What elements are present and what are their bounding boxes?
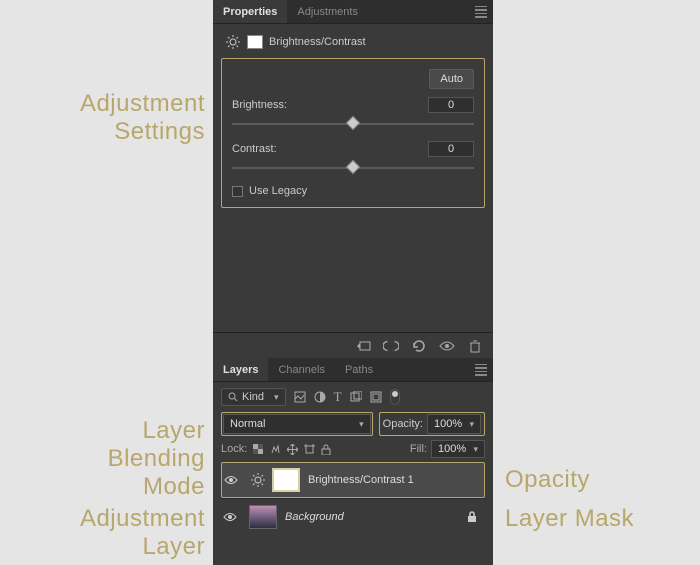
layers-panel-menu-icon[interactable] [475,364,487,376]
tab-properties[interactable]: Properties [213,0,287,23]
filter-smartobject-icon[interactable] [370,391,382,403]
tab-channels[interactable]: Channels [268,358,334,381]
filter-pixel-icon[interactable] [294,391,306,403]
blend-mode-select[interactable]: Normal ▾ [223,414,371,434]
layers-tabbar: Layers Channels Paths [213,358,493,382]
annotation-blend-mode: LayerBlendingMode [108,417,205,501]
lock-icon[interactable] [467,511,477,523]
lock-position-icon[interactable] [287,444,298,455]
opacity-value: 100% [434,418,462,430]
filter-shape-icon[interactable] [350,391,362,403]
view-previous-state-icon[interactable] [383,338,399,354]
contrast-value-input[interactable]: 0 [428,141,474,157]
auto-button[interactable]: Auto [429,69,474,89]
brightness-value-input[interactable]: 0 [428,97,474,113]
tab-layers[interactable]: Layers [213,358,268,381]
layer-filter-row: Kind ▾ T [221,388,485,406]
layer-name[interactable]: Background [285,511,344,523]
chevron-down-icon: ▾ [469,419,474,430]
fill-value: 100% [438,443,466,455]
chevron-down-icon: ▾ [359,419,364,430]
annotation-adjustment-layer: AdjustmentLayer [80,505,205,561]
search-icon [228,392,238,402]
annotation-adjustment-settings: AdjustmentSettings [80,90,205,146]
filter-adjustment-icon[interactable] [314,391,326,403]
layer-row-adjustment[interactable]: Brightness/Contrast 1 [221,462,485,498]
tab-paths[interactable]: Paths [335,358,383,381]
lock-label: Lock: [221,443,247,455]
opacity-select[interactable]: 100% ▾ [427,414,481,434]
mask-thumbnail-icon[interactable] [247,35,263,49]
filter-type-icon[interactable]: T [334,389,342,405]
contrast-slider[interactable] [232,161,474,175]
panel-column: Properties Adjustments Brightness/Contra… [213,0,493,565]
brightness-contrast-icon [250,472,266,488]
layer-row-background[interactable]: Background [221,498,485,534]
properties-empty-space [213,220,493,332]
chevron-down-icon: ▾ [473,444,478,455]
adjustment-title-row: Brightness/Contrast [221,32,485,58]
trash-icon[interactable] [467,338,483,354]
use-legacy-checkbox[interactable] [232,186,243,197]
filter-kind-label: Kind [242,391,264,403]
properties-tabbar: Properties Adjustments [213,0,493,24]
lock-all-icon[interactable] [321,444,331,455]
lock-row: Lock: Fill: 100% ▾ [221,440,485,458]
layer-mask-thumbnail[interactable] [272,468,300,492]
brightness-slider-thumb[interactable] [346,116,360,130]
reset-icon[interactable] [411,338,427,354]
annotation-layer-mask: Layer Mask [505,505,634,533]
brightness-contrast-icon [225,34,241,50]
tab-adjustments[interactable]: Adjustments [287,0,368,23]
properties-body: Brightness/Contrast Auto Brightness: 0 C… [213,24,493,220]
adjustment-settings-box: Auto Brightness: 0 Contrast: 0 [221,58,485,208]
adjustment-name: Brightness/Contrast [269,36,366,48]
clip-to-layer-icon[interactable] [355,338,371,354]
chevron-down-icon: ▾ [274,392,279,403]
layer-thumbnail[interactable] [249,505,277,529]
lock-artboard-icon[interactable] [304,444,315,455]
filter-toggle[interactable] [390,389,400,405]
annotation-opacity: Opacity [505,466,590,494]
layer-visibility-icon[interactable] [223,512,241,522]
blend-opacity-row: Normal ▾ Opacity: 100% ▾ [221,412,485,436]
panel-menu-icon[interactable] [475,6,487,18]
blend-mode-value: Normal [230,418,265,430]
layer-name[interactable]: Brightness/Contrast 1 [308,474,414,486]
contrast-label: Contrast: [232,143,277,155]
properties-footer [213,332,493,358]
fill-label: Fill: [410,443,427,455]
visibility-eye-icon[interactable] [439,338,455,354]
opacity-label: Opacity: [383,418,423,430]
layer-visibility-icon[interactable] [224,475,242,485]
layers-body: Kind ▾ T Normal ▾ [213,382,493,540]
lock-image-icon[interactable] [270,444,281,455]
brightness-label: Brightness: [232,99,287,111]
use-legacy-label: Use Legacy [249,185,307,197]
lock-transparency-icon[interactable] [253,444,264,455]
fill-select[interactable]: 100% ▾ [431,440,485,458]
filter-kind-select[interactable]: Kind ▾ [221,388,286,406]
brightness-slider[interactable] [232,117,474,131]
contrast-slider-thumb[interactable] [346,160,360,174]
